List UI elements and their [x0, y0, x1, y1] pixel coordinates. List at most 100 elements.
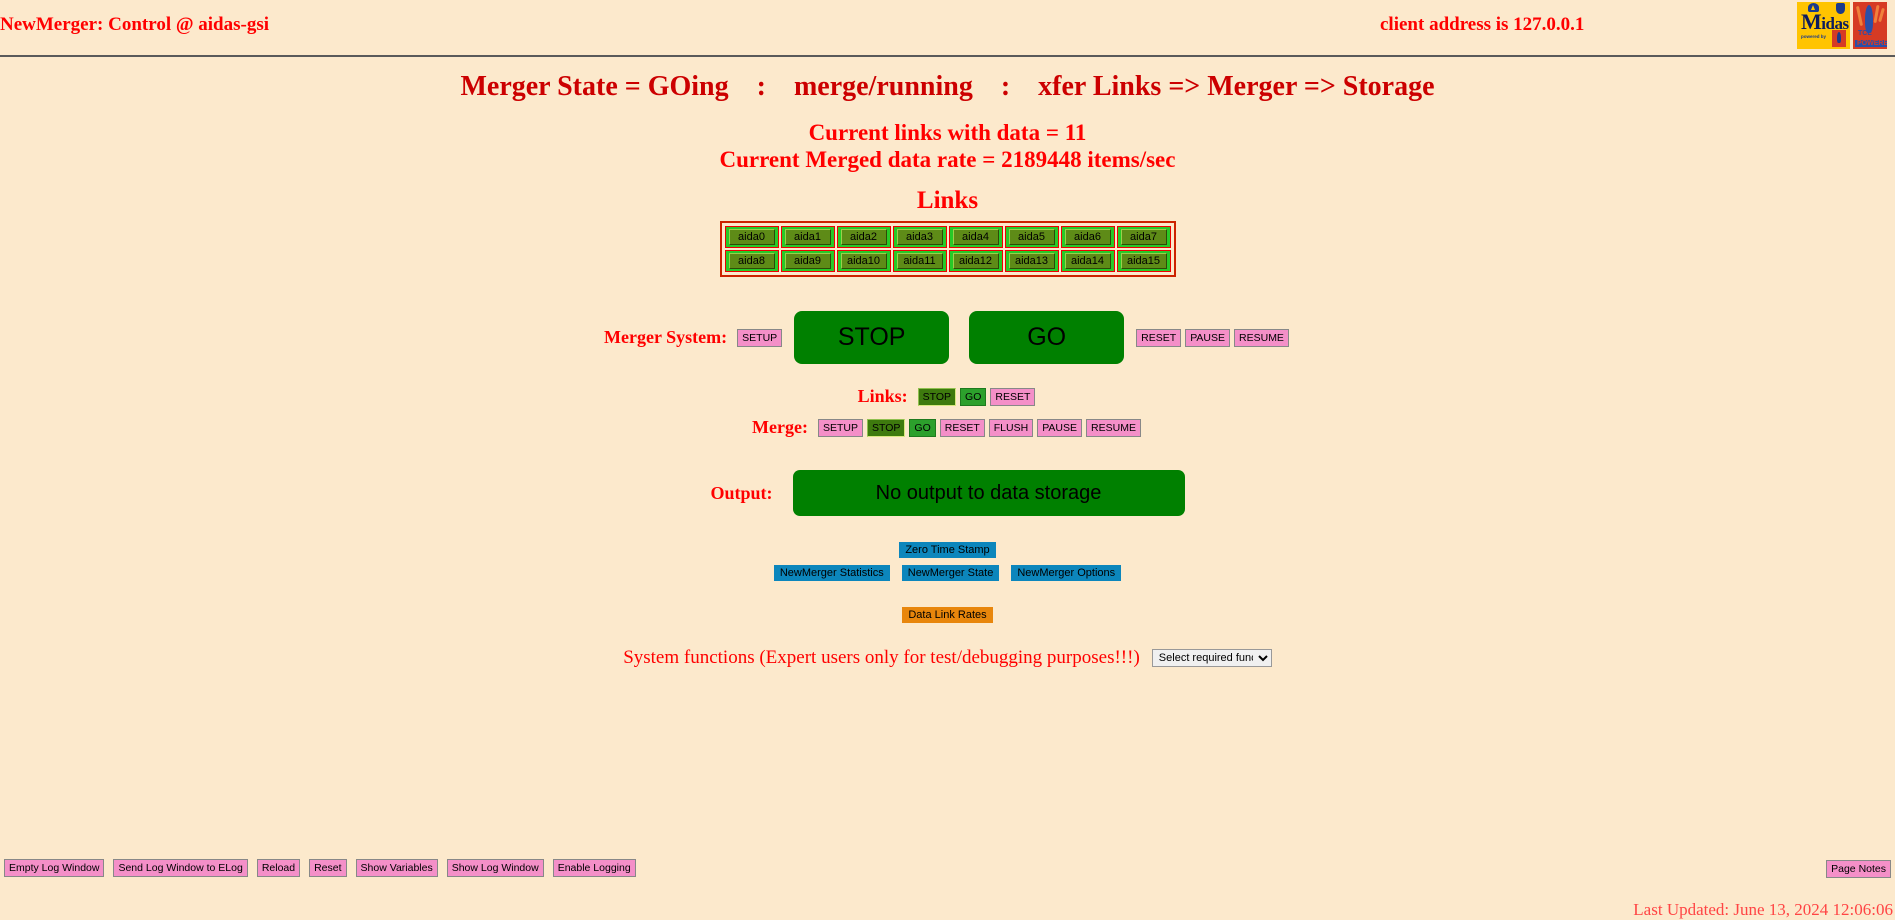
- link-button-aida9[interactable]: aida9: [784, 253, 831, 270]
- link-cell[interactable]: aida9: [780, 250, 835, 273]
- link-button-aida0[interactable]: aida0: [728, 229, 775, 246]
- link-cell[interactable]: aida14: [1060, 250, 1115, 273]
- merger-system-label: Merger System:: [604, 327, 728, 348]
- link-button-aida15[interactable]: aida15: [1120, 253, 1167, 270]
- top-bar: NewMerger: Control @ aidas-gsi client ad…: [0, 0, 1895, 55]
- show-log-window-button[interactable]: Show Log Window: [446, 859, 544, 877]
- tcl-powered-label: POWERED: [1855, 40, 1887, 47]
- merge-go-button[interactable]: GO: [909, 418, 936, 437]
- link-cell[interactable]: aida6: [1060, 226, 1115, 249]
- link-button-aida5[interactable]: aida5: [1008, 229, 1055, 246]
- merger-state-line: Merger State = GOing : merge/running : x…: [460, 71, 1435, 102]
- links-row-top: aida0 aida1 aida2 aida3 aida4 aida5 aida…: [724, 225, 1172, 249]
- merger-system-go-button[interactable]: GO: [969, 311, 1125, 365]
- empty-log-window-button[interactable]: Empty Log Window: [4, 859, 105, 877]
- newmerger-statistics-button[interactable]: NewMerger Statistics: [773, 565, 890, 582]
- merger-system-reset-button[interactable]: RESET: [1136, 328, 1182, 347]
- merge-control-row: Merge: SETUP STOP GO RESET FLUSH PAUSE R…: [0, 417, 1895, 438]
- link-cell[interactable]: aida11: [892, 250, 947, 273]
- link-cell[interactable]: aida4: [948, 226, 1003, 249]
- data-link-rates-button[interactable]: Data Link Rates: [902, 607, 993, 624]
- page-title: NewMerger: Control @ aidas-gsi: [0, 14, 270, 35]
- logo-group: Midas powered by TCL POWERED: [1797, 2, 1887, 49]
- link-cell[interactable]: aida8: [724, 250, 779, 273]
- output-status-box[interactable]: No output to data storage: [792, 470, 1185, 517]
- midas-feather-icon: [1832, 30, 1846, 47]
- merger-system-row: Merger System: SETUP STOP GO RESET PAUSE…: [0, 311, 1895, 365]
- links-stop-button[interactable]: STOP: [917, 387, 957, 406]
- system-functions-label: System functions (Expert users only for …: [623, 647, 1140, 669]
- reload-button[interactable]: Reload: [256, 859, 301, 877]
- reset-button[interactable]: Reset: [309, 859, 347, 877]
- header-divider: [0, 55, 1895, 57]
- enable-logging-button[interactable]: Enable Logging: [552, 859, 636, 877]
- merge-reset-button[interactable]: RESET: [939, 418, 985, 437]
- midas-wordmark-initial: M: [1801, 9, 1822, 34]
- merge-setup-button[interactable]: SETUP: [817, 418, 863, 437]
- links-grid-wrapper: aida0 aida1 aida2 aida3 aida4 aida5 aida…: [0, 221, 1895, 278]
- merge-control-label: Merge:: [752, 417, 808, 438]
- page-notes-wrapper: Page Notes: [1824, 859, 1893, 878]
- link-cell[interactable]: aida13: [1004, 250, 1059, 273]
- tcl-logo: TCL POWERED: [1853, 2, 1887, 49]
- midas-powered-label: powered by: [1801, 34, 1827, 39]
- zero-time-stamp-button[interactable]: Zero Time Stamp: [899, 542, 996, 559]
- merger-system-setup-button[interactable]: SETUP: [737, 328, 783, 347]
- link-cell[interactable]: aida15: [1116, 250, 1171, 273]
- merge-stop-button[interactable]: STOP: [867, 418, 906, 437]
- output-label: Output:: [710, 482, 773, 503]
- system-functions-select[interactable]: Select required function: [1151, 649, 1272, 668]
- merge-resume-button[interactable]: RESUME: [1086, 418, 1141, 437]
- tcl-streak-icon: [1878, 7, 1885, 23]
- links-control-label: Links:: [857, 386, 908, 407]
- link-cell[interactable]: aida7: [1116, 226, 1171, 249]
- tcl-wordmark: TCL: [1858, 30, 1872, 37]
- link-cell[interactable]: aida5: [1004, 226, 1059, 249]
- merger-system-resume-button[interactable]: RESUME: [1234, 328, 1289, 347]
- page-notes-button[interactable]: Page Notes: [1826, 860, 1891, 878]
- merge-pause-button[interactable]: PAUSE: [1037, 418, 1083, 437]
- link-cell[interactable]: aida3: [892, 226, 947, 249]
- send-log-to-elog-button[interactable]: Send Log Window to ELog: [113, 859, 248, 877]
- links-heading: Links: [916, 187, 979, 215]
- newmerger-info-row: NewMerger Statistics NewMerger State New…: [0, 565, 1895, 582]
- link-button-aida1[interactable]: aida1: [784, 229, 831, 246]
- link-button-aida2[interactable]: aida2: [840, 229, 887, 246]
- footer-button-bar: Empty Log Window Send Log Window to ELog…: [2, 859, 638, 877]
- link-button-aida6[interactable]: aida6: [1064, 229, 1111, 246]
- link-cell[interactable]: aida0: [724, 226, 779, 249]
- tcl-streak-icon: [1855, 5, 1864, 27]
- link-button-aida13[interactable]: aida13: [1008, 253, 1055, 270]
- merger-system-pause-button[interactable]: PAUSE: [1185, 328, 1231, 347]
- link-button-aida11[interactable]: aida11: [896, 253, 943, 270]
- link-button-aida7[interactable]: aida7: [1120, 229, 1167, 246]
- links-row-bottom: aida8 aida9 aida10 aida11 aida12 aida13 …: [724, 249, 1172, 273]
- show-variables-button[interactable]: Show Variables: [355, 859, 438, 877]
- output-row: Output: No output to data storage: [0, 470, 1895, 517]
- link-cell[interactable]: aida2: [836, 226, 891, 249]
- merger-system-stop-button[interactable]: STOP: [794, 311, 950, 365]
- link-cell[interactable]: aida12: [948, 250, 1003, 273]
- links-reset-button[interactable]: RESET: [990, 387, 1036, 406]
- link-button-aida3[interactable]: aida3: [896, 229, 943, 246]
- link-button-aida8[interactable]: aida8: [728, 253, 775, 270]
- link-button-aida14[interactable]: aida14: [1064, 253, 1111, 270]
- link-button-aida12[interactable]: aida12: [952, 253, 999, 270]
- links-go-button[interactable]: GO: [960, 387, 987, 406]
- last-updated-text: Last Updated: June 13, 2024 12:06:06: [1633, 900, 1893, 919]
- links-grid: aida0 aida1 aida2 aida3 aida4 aida5 aida…: [719, 221, 1176, 278]
- link-cell[interactable]: aida10: [836, 250, 891, 273]
- data-link-rates-row: Data Link Rates: [0, 607, 1895, 624]
- merged-data-rate: Current Merged data rate = 2189448 items…: [719, 147, 1176, 173]
- newmerger-options-button[interactable]: NewMerger Options: [1011, 565, 1122, 582]
- tcl-feather-icon: [1865, 5, 1873, 33]
- client-address: client address is 127.0.0.1: [1380, 14, 1585, 35]
- link-cell[interactable]: aida1: [780, 226, 835, 249]
- midas-logo: Midas powered by: [1797, 2, 1850, 49]
- links-with-data: Current links with data = 11: [808, 120, 1087, 145]
- system-functions-row: System functions (Expert users only for …: [0, 647, 1895, 669]
- newmerger-state-button[interactable]: NewMerger State: [901, 565, 1000, 582]
- link-button-aida4[interactable]: aida4: [952, 229, 999, 246]
- merge-flush-button[interactable]: FLUSH: [988, 418, 1034, 437]
- link-button-aida10[interactable]: aida10: [840, 253, 887, 270]
